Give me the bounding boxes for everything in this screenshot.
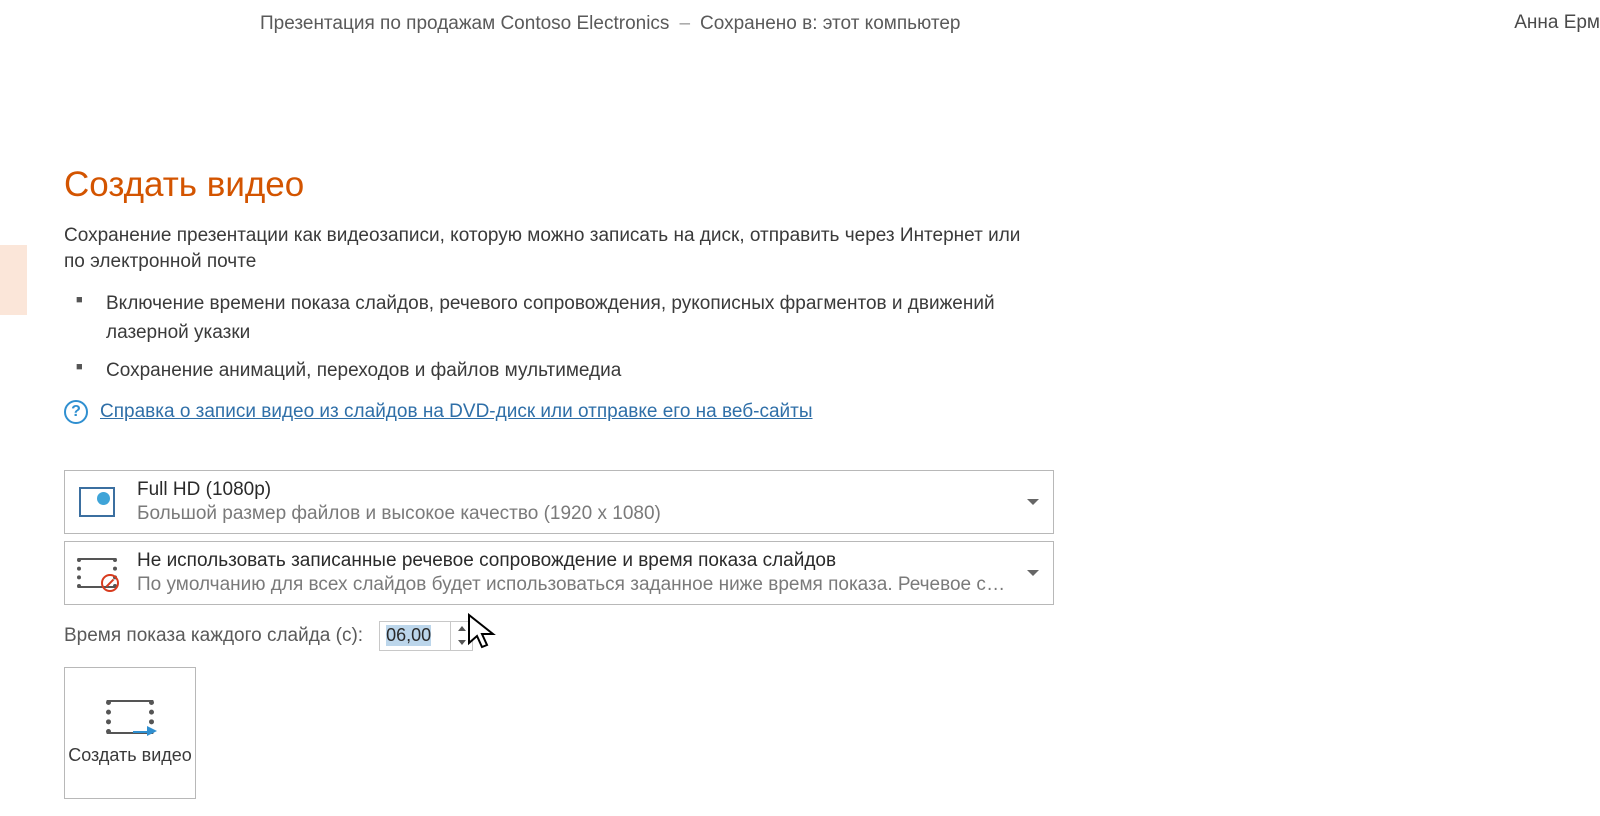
- quality-title: Full HD (1080p): [137, 479, 1009, 501]
- page-subtitle: Сохранение презентации как видеозаписи, …: [64, 223, 1024, 274]
- seconds-spinner[interactable]: 06,00: [379, 621, 473, 651]
- title-bar: Презентация по продажам Contoso Electron…: [0, 0, 1600, 48]
- create-video-button[interactable]: Создать видео: [64, 667, 196, 799]
- create-video-label: Создать видео: [68, 744, 192, 767]
- narration-title: Не использовать записанные речевое сопро…: [137, 550, 1009, 572]
- narration-icon: [75, 552, 119, 594]
- chevron-down-icon: [1027, 499, 1039, 505]
- bullet-item: Сохранение анимаций, переходов и файлов …: [76, 357, 1064, 386]
- video-quality-dropdown[interactable]: Full HD (1080p) Большой размер файлов и …: [64, 470, 1054, 534]
- saved-location: Сохранено в: этот компьютер: [700, 13, 960, 35]
- page-title: Создать видео: [64, 165, 1064, 205]
- document-title: Презентация по продажам Contoso Electron…: [260, 13, 669, 35]
- help-link[interactable]: Справка о записи видео из слайдов на DVD…: [100, 401, 812, 423]
- user-name[interactable]: Анна Ерм: [1514, 12, 1600, 34]
- bullet-item: Включение времени показа слайдов, речево…: [76, 290, 1064, 347]
- export-video-panel: Создать видео Сохранение презентации как…: [64, 165, 1064, 799]
- spinner-down-button[interactable]: [451, 636, 472, 650]
- seconds-label: Время показа каждого слайда (с):: [64, 625, 363, 647]
- seconds-input[interactable]: 06,00: [380, 622, 450, 650]
- sidebar-selection-indicator: [0, 245, 27, 315]
- spinner-up-button[interactable]: [451, 622, 472, 636]
- film-export-icon: [106, 700, 154, 734]
- title-separator: –: [679, 13, 690, 35]
- chevron-down-icon: [1027, 570, 1039, 576]
- quality-icon: [75, 481, 119, 523]
- help-icon: ?: [64, 400, 88, 424]
- narration-dropdown[interactable]: Не использовать записанные речевое сопро…: [64, 541, 1054, 605]
- narration-description: По умолчанию для всех слайдов будет испо…: [137, 574, 1009, 596]
- quality-description: Большой размер файлов и высокое качество…: [137, 503, 1009, 525]
